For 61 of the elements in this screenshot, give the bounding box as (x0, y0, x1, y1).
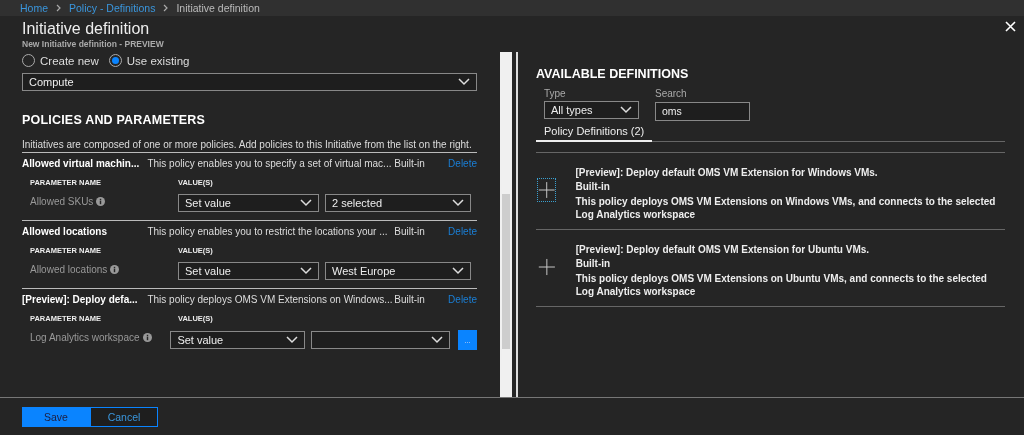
category-dropdown[interactable]: Compute (22, 73, 477, 91)
tab[interactable]: Policy Definitions (2) (536, 124, 653, 142)
breadcrumb-current: Initiative definition (176, 2, 260, 14)
parameter-name: Allowed SKUs (30, 196, 94, 207)
parameter-name: Allowed locations (30, 264, 108, 275)
chevron-down-icon (300, 267, 312, 275)
type-dropdown[interactable]: All types (544, 101, 639, 119)
policy-name: [Preview]: Deploy defa... (22, 294, 139, 305)
chevron-down-icon (285, 336, 298, 344)
search-field[interactable]: oms (655, 101, 750, 121)
value-dropdown[interactable]: West Europe (325, 262, 471, 280)
breadcrumb-link[interactable]: Policy - Definitions (69, 2, 156, 14)
definition-title[interactable]: [Preview]: Deploy default OMS VM Extension for Ubuntu VMs. (575, 243, 1005, 255)
delete-link[interactable]: Delete (448, 226, 477, 237)
section-heading: AVAILABLE DEFINITIONS (536, 67, 690, 81)
section-description: Initiatives are composed of one or more policies. Add policies to this Initiative from the list on the right. (22, 139, 477, 153)
info-icon (110, 265, 120, 274)
value-mode-dropdown[interactable]: Set value (170, 331, 305, 349)
policy-description: This policy enables you to restrict the locations your ... (147, 226, 389, 237)
scrollbar[interactable] (500, 52, 512, 397)
add-icon[interactable] (538, 178, 556, 201)
section-heading: POLICIES AND PARAMETERS (22, 113, 207, 127)
field-label: Search (655, 88, 688, 99)
delete-link[interactable]: Delete (448, 294, 477, 305)
policy-type: Built-in (394, 226, 426, 237)
radio-option[interactable]: Use existing (108, 54, 190, 67)
blade-title: Initiative definition (22, 20, 151, 38)
radio-option[interactable]: Create new (22, 54, 99, 67)
chevron-down-icon (300, 199, 312, 207)
chevron-down-icon (452, 199, 464, 207)
info-icon (142, 333, 152, 342)
definition-type: Built-in (575, 180, 611, 192)
policy-name: Allowed virtual machin... (22, 158, 141, 169)
policy-description: This policy deploys OMS VM Extensions on Windows... (147, 294, 394, 305)
policy-description: This policy enables you to specify a set of virtual mac... (147, 158, 393, 169)
chevron-right-icon (56, 4, 61, 12)
value-dropdown[interactable] (310, 331, 451, 349)
scrollbar-thumb[interactable] (502, 194, 510, 349)
field-label: Type (544, 88, 567, 99)
value-mode-dropdown[interactable]: Set value (178, 262, 319, 280)
cancel-button[interactable]: Cancel (90, 406, 158, 427)
definition-description: This policy deploys OMS VM Extensions on Ubuntu VMs, and connects to the selected Log Analytics workspace (575, 271, 988, 298)
blade-subtitle: New Initiative definition - PREVIEW (22, 39, 165, 49)
policy-type: Built-in (394, 158, 426, 169)
breadcrumb-link[interactable]: Home (20, 2, 48, 14)
definition-title[interactable]: [Preview]: Deploy default OMS VM Extension for Windows VMs. (575, 166, 1005, 178)
chevron-down-icon (452, 267, 464, 275)
chevron-down-icon (431, 336, 444, 344)
policy-name: Allowed locations (22, 226, 108, 237)
delete-link[interactable]: Delete (448, 158, 477, 169)
chevron-down-icon (458, 78, 470, 86)
chevron-down-icon (620, 106, 632, 114)
save-button[interactable]: Save (22, 406, 90, 427)
parameter-name: Log Analytics workspace (30, 332, 140, 343)
chevron-right-icon (163, 4, 169, 12)
policy-type: Built-in (394, 294, 426, 305)
info-icon (96, 197, 106, 206)
value-dropdown[interactable]: 2 selected (325, 194, 471, 212)
value-mode-dropdown[interactable]: Set value (178, 194, 319, 212)
definition-type: Built-in (575, 257, 612, 269)
definition-description: This policy deploys OMS VM Extensions on Windows VMs, and connects to the selected Log Analytics workspace (575, 194, 997, 221)
